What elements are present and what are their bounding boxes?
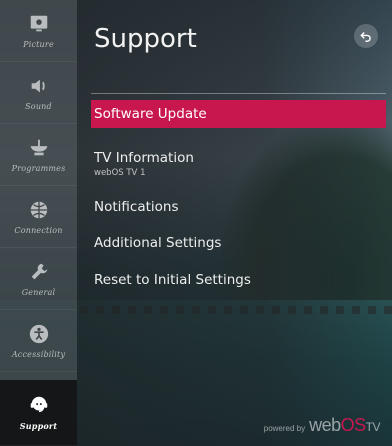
sidebar-item-label: Accessibility	[11, 349, 66, 359]
settings-sidebar: Picture Sound Programmes Connection Gene…	[0, 0, 77, 446]
headset-icon	[30, 396, 47, 413]
satellite-dish-icon	[30, 139, 47, 155]
sidebar-item-general[interactable]: General	[0, 248, 77, 310]
menu-item-sublabel: webOS TV 1	[94, 168, 146, 178]
sidebar-item-label: General	[21, 287, 56, 297]
sidebar-item-label: Programmes	[11, 163, 66, 173]
globe-icon	[30, 201, 47, 218]
sidebar-item-label: Sound	[25, 101, 52, 111]
sidebar-item-label: Picture	[23, 39, 54, 49]
menu-item-additional-settings[interactable]: Additional Settings	[91, 229, 386, 257]
menu-item-notifications[interactable]: Notifications	[91, 193, 386, 221]
menu-item-label: Additional Settings	[94, 235, 222, 251]
menu-item-tv-information[interactable]: TV Information webOS TV 1	[91, 146, 386, 182]
wrench-icon	[31, 263, 47, 279]
menu-item-label: Notifications	[94, 199, 179, 215]
powered-by-text: powered by	[263, 424, 306, 433]
powered-by-webos-logo: powered by webOSTV	[263, 415, 381, 436]
sidebar-item-sound[interactable]: Sound	[0, 62, 77, 124]
picture-icon	[30, 15, 47, 31]
sidebar-item-support[interactable]: Support	[0, 380, 77, 446]
brand-web: web	[309, 415, 341, 435]
brand-os: OS	[340, 415, 367, 435]
sidebar-item-accessibility[interactable]: Accessibility	[0, 310, 77, 372]
webos-brand: webOSTV	[309, 415, 380, 436]
sidebar-item-label: Connection	[14, 225, 63, 235]
menu-item-label: Reset to Initial Settings	[94, 272, 251, 288]
sidebar-item-programmes[interactable]: Programmes	[0, 124, 77, 186]
title-divider	[91, 93, 386, 94]
menu-item-reset-initial-settings[interactable]: Reset to Initial Settings	[91, 266, 386, 294]
back-button[interactable]	[354, 24, 378, 48]
menu-item-label: TV Information	[94, 150, 194, 166]
page-title: Support	[94, 24, 197, 54]
accessibility-icon	[29, 324, 48, 343]
speaker-icon	[31, 79, 45, 92]
menu-item-label: Software Update	[94, 106, 207, 122]
menu-item-software-update[interactable]: Software Update	[91, 100, 386, 128]
sidebar-item-label: Support	[19, 421, 58, 431]
back-arrow-icon	[360, 32, 371, 42]
support-panel: Support Software Update TV Information w…	[77, 0, 392, 446]
brand-tv: TV	[365, 420, 381, 434]
sidebar-item-connection[interactable]: Connection	[0, 186, 77, 248]
sidebar-item-picture[interactable]: Picture	[0, 0, 77, 62]
